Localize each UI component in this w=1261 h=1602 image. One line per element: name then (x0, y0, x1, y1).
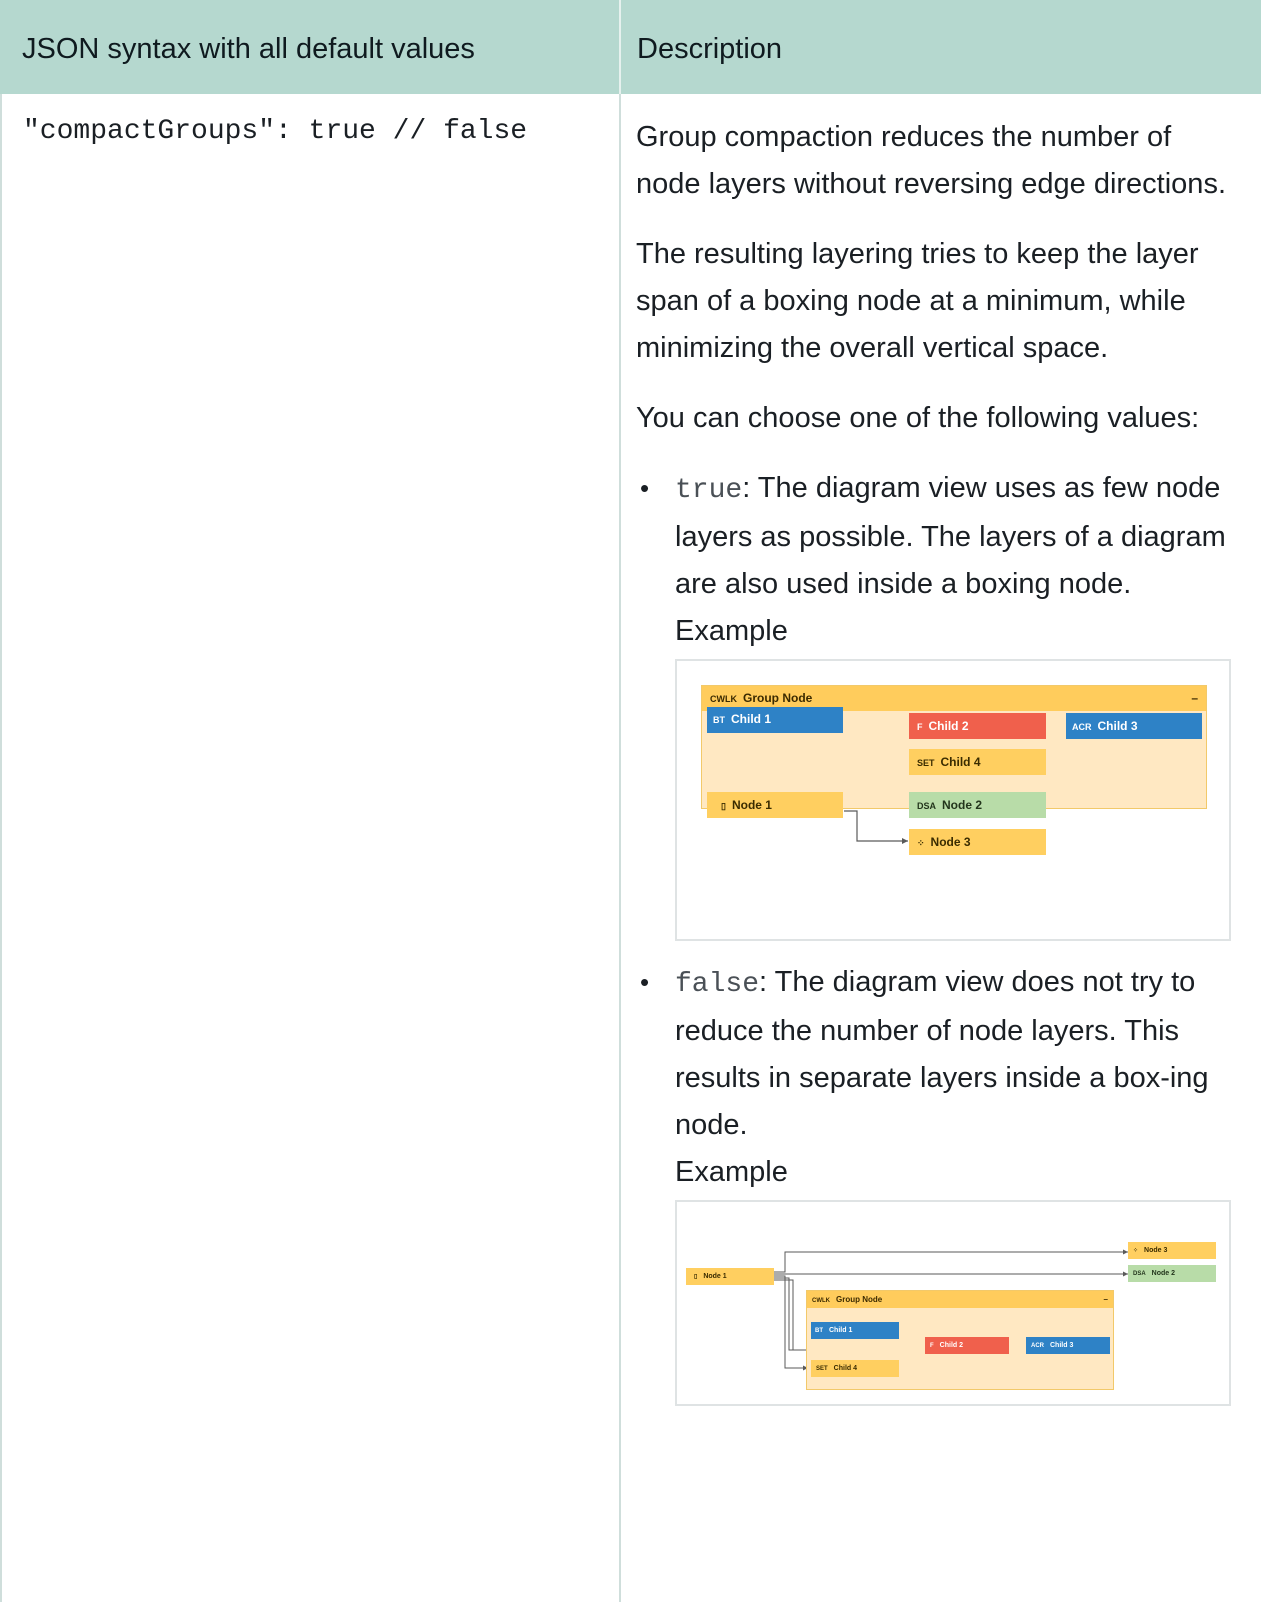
group-node: CWLK Group Node – (701, 685, 1207, 809)
json-syntax: "compactGroups": true // false (23, 116, 528, 147)
group-tag: CWLK (710, 694, 737, 704)
option-false: false: The diagram view does not try to … (636, 959, 1236, 1406)
table-left-border (0, 94, 2, 1602)
collapse-icon: – (1191, 691, 1198, 705)
node-2: DSA Node 2 (1128, 1265, 1216, 1282)
table-header: JSON syntax with all default values Desc… (0, 0, 1261, 94)
example-label: Example (675, 615, 788, 647)
node-icon: ⁘ (1133, 1248, 1139, 1254)
node-3: ⁘ Node 3 (1128, 1242, 1216, 1259)
node-2: DSA Node 2 (909, 792, 1046, 818)
header-description: Description (637, 33, 783, 65)
header-syntax: JSON syntax with all default values (22, 33, 475, 65)
example-diagram-separate: CWLK Group Node – ▯ Node 1 ⁘ Node 3 DSA Node… (675, 1200, 1231, 1406)
option-value: false (675, 969, 760, 1000)
node-1: ▯ Node 1 (707, 792, 843, 818)
node-3: ⁘ Node 3 (909, 829, 1046, 855)
header-divider (619, 0, 621, 94)
node-icon: ⁘ (917, 838, 925, 848)
group-label: Group Node (743, 691, 813, 705)
option-list: true: The diagram view uses as few node … (636, 465, 1236, 1406)
description-paragraph: Group compaction reduces the number of n… (636, 121, 1226, 200)
node-child-1: BT Child 1 (707, 707, 843, 733)
example-label: Example (675, 1156, 788, 1188)
node-child-4: SET Child 4 (811, 1360, 899, 1377)
node-child-3: ACR Child 3 (1066, 713, 1202, 739)
group-node-header: CWLK Group Node – (807, 1291, 1113, 1308)
node-child-2: F Child 2 (909, 713, 1046, 739)
description-cell: Group compaction reduces the number of n… (636, 114, 1236, 1424)
parameter-table: JSON syntax with all default values Desc… (0, 0, 1261, 1602)
option-true: true: The diagram view uses as few node … (636, 465, 1236, 941)
description-paragraph: You can choose one of the following valu… (636, 402, 1200, 434)
description-paragraph: The resulting layering tries to keep the… (636, 238, 1199, 364)
column-divider (619, 94, 621, 1602)
option-value: true (675, 475, 743, 506)
node-child-3: ACR Child 3 (1026, 1337, 1110, 1354)
node-icon: ▯ (721, 801, 726, 811)
group-tag: CWLK (812, 1298, 830, 1304)
node-icon: ▯ (694, 1274, 698, 1280)
option-text: : The diagram view uses as few node laye… (675, 472, 1226, 600)
node-child-2: F Child 2 (925, 1337, 1009, 1354)
node-child-4: SET Child 4 (909, 749, 1046, 775)
collapse-icon: – (1103, 1295, 1108, 1304)
node-child-1: BT Child 1 (811, 1322, 899, 1339)
example-diagram-compact: CWLK Group Node – BT Child 1 F Child 2 ACR C… (675, 659, 1231, 941)
group-label: Group Node (836, 1295, 883, 1304)
node-1: ▯ Node 1 (686, 1268, 774, 1285)
